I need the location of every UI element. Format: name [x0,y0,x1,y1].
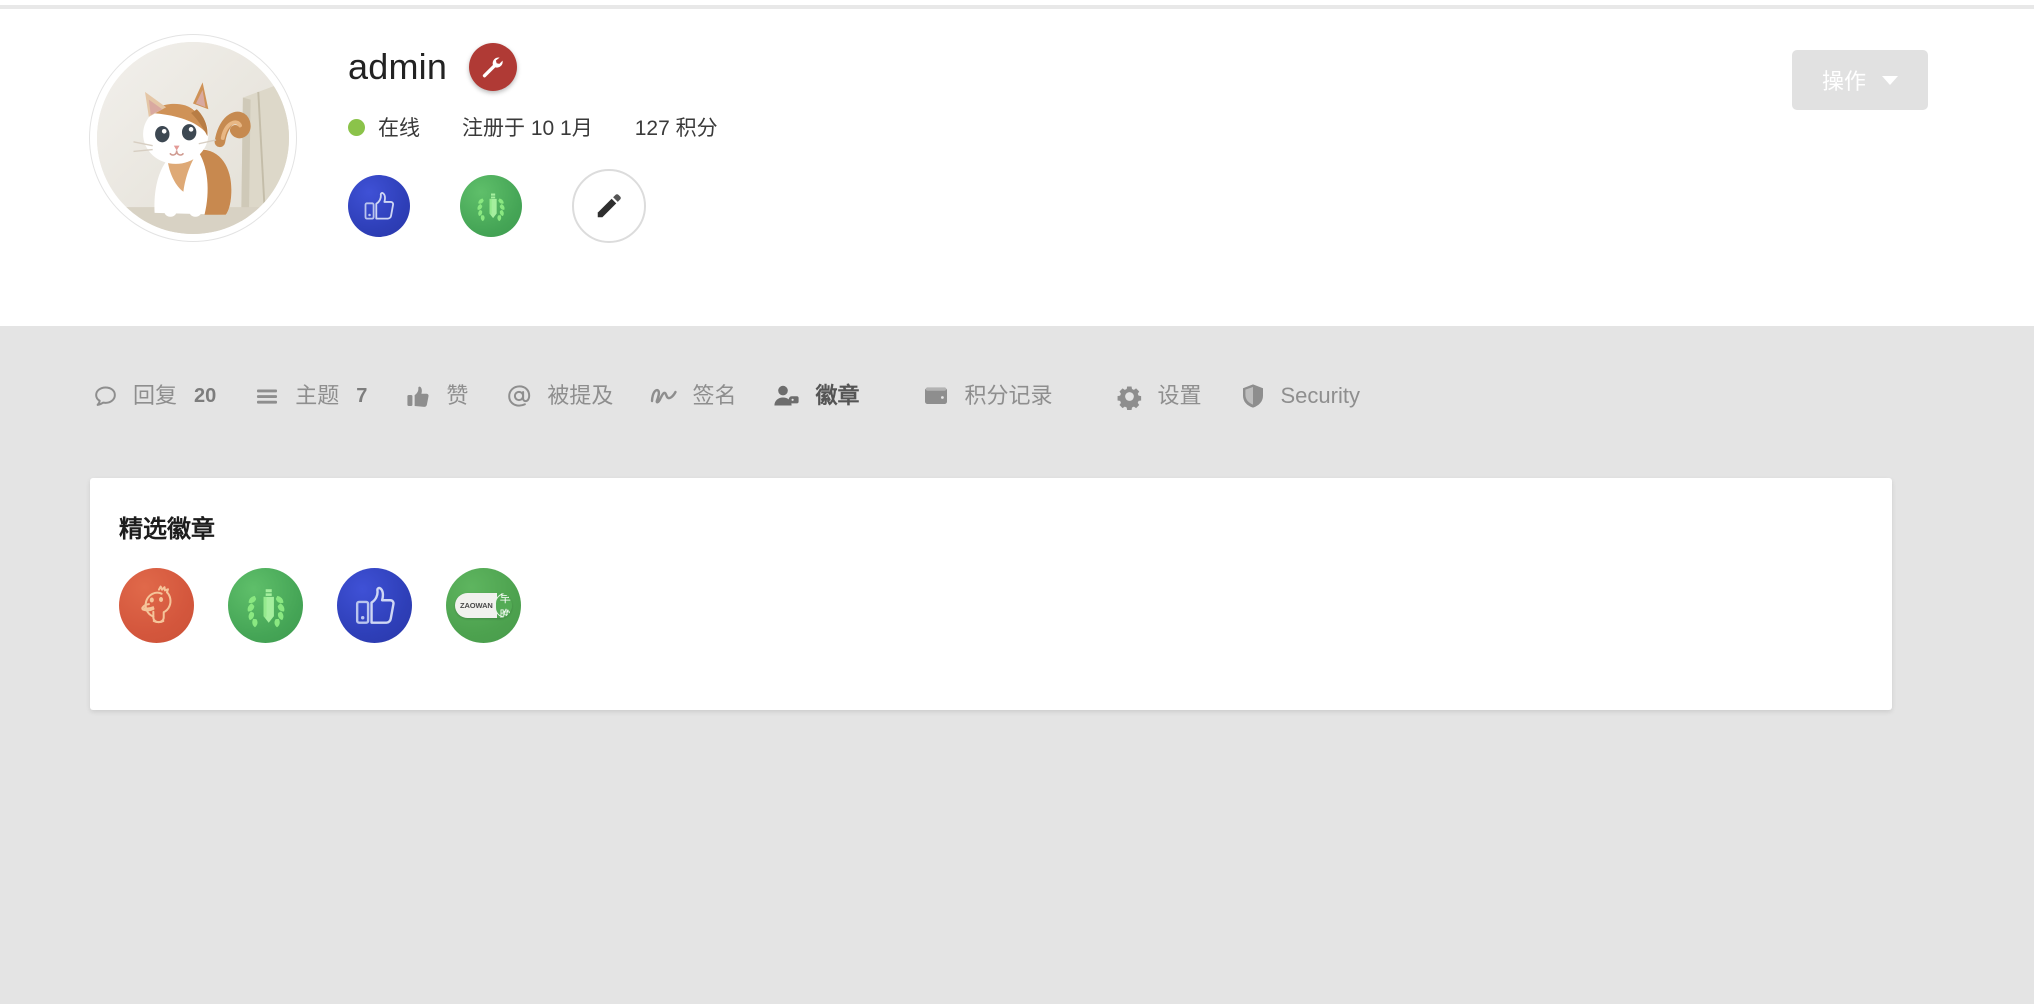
profile-header: admin 在线 注册于 10 1月 127 积分 操作 [0,9,2034,326]
page-title: admin [348,46,448,87]
profile-nav: 回复 20 主题 7 赞 被提及 签名 徽章 积分记录 设置 Security [0,326,2034,466]
thumbs-up-icon [352,583,398,629]
tab-signature[interactable]: 签名 [649,374,736,418]
list-icon [252,381,282,411]
tab-replies-count: 20 [194,385,217,407]
profile-nav-items: 回复 20 主题 7 赞 被提及 签名 徽章 积分记录 设置 Security [90,374,1396,418]
duck-icon [132,581,182,631]
zaowan-badge-label-zh: 早晚 [494,593,512,618]
tab-likes-label: 赞 [446,383,469,408]
tab-mentions-label: 被提及 [547,383,614,408]
laurel-pencil-badge-featured[interactable] [228,568,303,643]
person-tag-icon [772,381,802,411]
shield-icon [1238,381,1268,411]
header-badge-row [348,169,1648,243]
avatar-image [97,42,289,234]
status-label: 在线 [378,117,420,140]
tab-points-log-label: 积分记录 [964,383,1053,408]
tab-replies[interactable]: 回复 20 [90,374,216,418]
zaowan-badge[interactable]: ZAOWAN 早晚 [446,568,521,643]
tab-points-log[interactable]: 积分记录 [921,374,1052,418]
tab-signature-label: 签名 [692,383,737,408]
laurel-pencil-badge[interactable] [460,175,522,237]
squiggle-icon [649,381,679,411]
status-dot [348,118,365,136]
joined-label: 注册于 10 1月 [462,117,593,140]
tab-topics-count: 7 [356,385,368,407]
identity-block: admin 在线 注册于 10 1月 127 积分 [348,39,1648,243]
tab-security[interactable]: Security [1238,374,1360,418]
tab-topics-label: 主题 [295,383,340,408]
chevron-down-icon [1882,75,1898,85]
gear-icon [1114,381,1144,411]
zaowan-badge-label-en: ZAOWAN [455,593,497,618]
actions-button-label: 操作 [1821,69,1866,94]
duck-badge[interactable] [119,568,194,643]
profile-meta: 在线 注册于 10 1月 127 积分 [348,114,1648,140]
tab-settings[interactable]: 设置 [1114,374,1202,418]
tab-settings-label: 设置 [1157,383,1202,408]
featured-badges-title: 精选徽章 [119,516,215,543]
tab-topics[interactable]: 主题 7 [252,374,367,418]
tab-replies-label: 回复 [133,383,178,408]
featured-badges-list: ZAOWAN 早晚 [119,568,521,643]
avatar[interactable] [90,35,296,241]
speech-bubble-icon [90,381,120,411]
featured-badges-panel: 精选徽章 ZAOWAN 早晚 [90,478,1892,710]
tab-mentions[interactable]: 被提及 [504,374,613,418]
at-icon [504,381,534,411]
tab-security-label: Security [1280,383,1360,408]
tab-badges-label: 徽章 [815,383,860,408]
laurel-pencil-icon [240,580,292,632]
points-label: 127 积分 [634,117,718,140]
wallet-icon [921,381,951,411]
actions-button[interactable]: 操作 [1792,50,1928,110]
like-badge[interactable] [348,175,410,237]
like-badge-featured[interactable] [337,568,412,643]
tab-badges[interactable]: 徽章 [772,374,859,418]
wrench-icon[interactable] [469,43,518,91]
tab-likes[interactable]: 赞 [403,374,468,418]
thumbs-up-icon [403,381,433,411]
edit-profile-button[interactable] [572,169,646,243]
pill-badge-icon: ZAOWAN 早晚 [455,593,512,618]
username-row: admin [348,39,1648,95]
